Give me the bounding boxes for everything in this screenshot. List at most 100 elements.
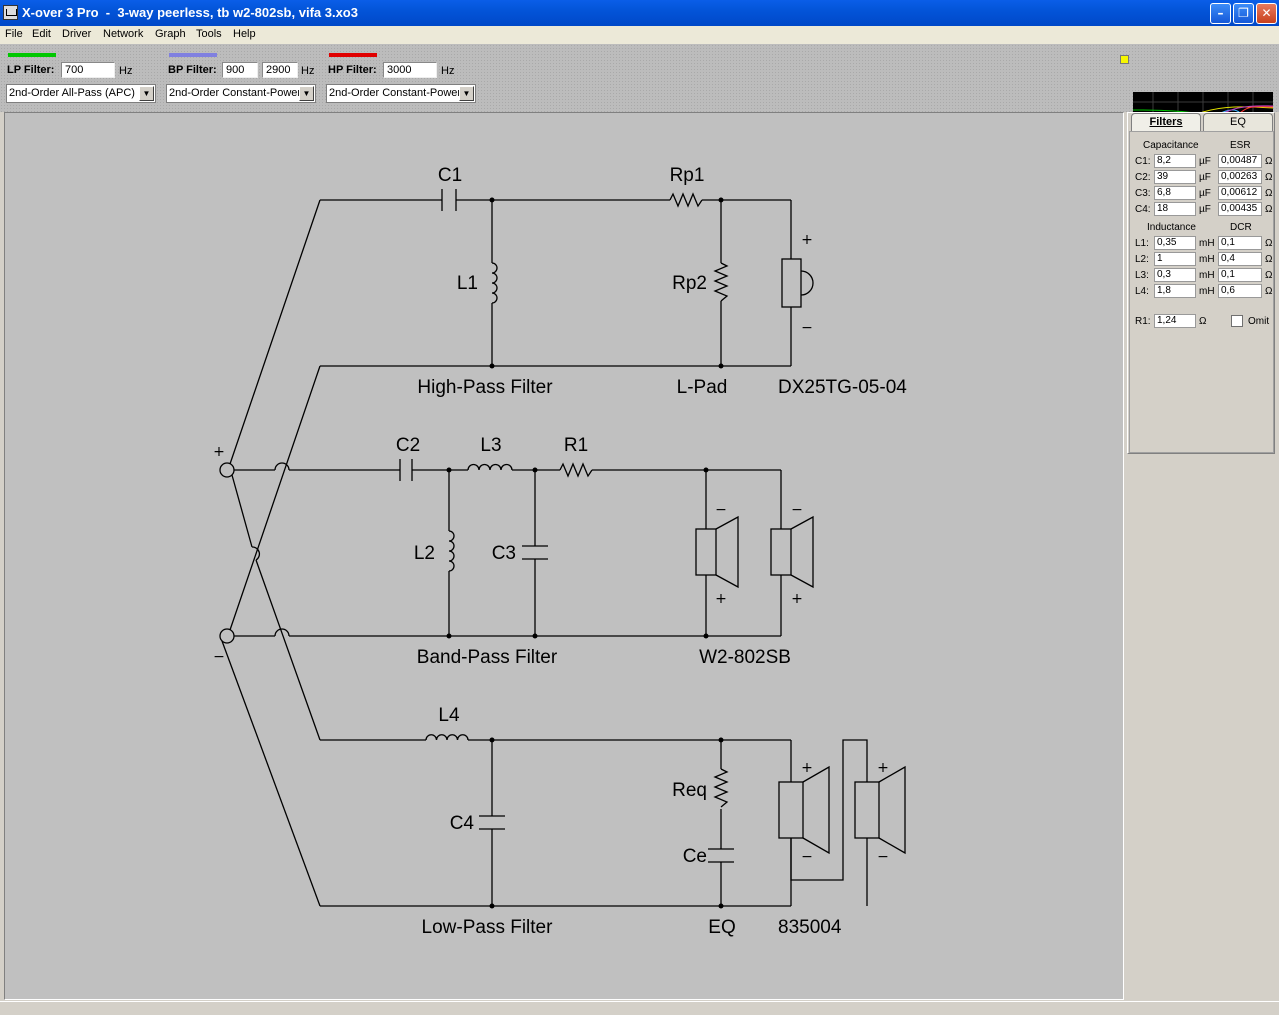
- minimize-button[interactable]: –: [1210, 3, 1231, 24]
- c2-capacitance-input[interactable]: 39: [1154, 170, 1196, 184]
- bp-high-input[interactable]: 2900: [262, 62, 298, 78]
- maximize-button[interactable]: ❐: [1233, 3, 1254, 24]
- mid1-negative: −: [715, 502, 727, 518]
- chevron-down-icon[interactable]: ▼: [299, 86, 314, 101]
- midrange-2-symbol[interactable]: [770, 515, 814, 589]
- schematic-canvas[interactable]: + − C1 Rp1 L1 Rp2 + − High-Pass Filter L…: [4, 112, 1124, 1000]
- l2-dcr-unit: Ω: [1265, 254, 1273, 265]
- l2-dcr-input[interactable]: 0,4: [1218, 252, 1262, 266]
- band-pass-filter-label: Band-Pass Filter: [417, 647, 558, 668]
- omit-checkbox[interactable]: [1231, 315, 1243, 327]
- l-pad-label: L-Pad: [677, 377, 728, 398]
- l1-label: L1:: [1135, 238, 1149, 249]
- capacitor-c4-symbol[interactable]: [479, 815, 505, 830]
- bp-low-input[interactable]: 900: [222, 62, 258, 78]
- woofer2-positive: +: [877, 760, 889, 776]
- l1-inductance-input[interactable]: 0,35: [1154, 236, 1196, 250]
- c1-unit: µF: [1199, 156, 1211, 167]
- tab-eq[interactable]: EQ: [1203, 113, 1273, 131]
- l4-dcr-input[interactable]: 0,6: [1218, 284, 1262, 298]
- mid1-positive: +: [715, 591, 727, 607]
- lp-type-select[interactable]: 2nd-Order All-Pass (APC) ▼: [6, 84, 156, 103]
- l2-label: L2:: [1135, 254, 1149, 265]
- filter-toolbar: LP Filter: 700 Hz 2nd-Order All-Pass (AP…: [0, 44, 1279, 150]
- c3-unit: µF: [1199, 188, 1211, 199]
- menu-driver[interactable]: Driver: [62, 28, 91, 40]
- l3-dcr-input[interactable]: 0,1: [1218, 268, 1262, 282]
- r1-resistance-input[interactable]: 1,24: [1154, 314, 1196, 328]
- positive-terminal[interactable]: [219, 462, 235, 478]
- woofer-2-symbol[interactable]: [854, 765, 906, 855]
- inductor-l3-symbol[interactable]: [467, 463, 513, 471]
- close-button[interactable]: ✕: [1256, 3, 1277, 24]
- omit-label: Omit: [1248, 316, 1270, 327]
- l4-inductance-input[interactable]: 1,8: [1154, 284, 1196, 298]
- label-l1: L1: [457, 273, 478, 294]
- c2-esr-input[interactable]: 0,00263: [1218, 170, 1262, 184]
- c4-capacitance-input[interactable]: 18: [1154, 202, 1196, 216]
- label-rp1: Rp1: [670, 165, 705, 186]
- woofer1-negative: −: [801, 849, 813, 865]
- lp-frequency-input[interactable]: 700: [61, 62, 115, 78]
- low-pass-wiring: [320, 739, 868, 907]
- woofer1-positive: +: [801, 760, 813, 776]
- l3-label: L3:: [1135, 270, 1149, 281]
- resistor-r1-symbol[interactable]: [559, 462, 593, 478]
- c3-esr-input[interactable]: 0,00612: [1218, 186, 1262, 200]
- hp-unit: Hz: [441, 65, 455, 77]
- l3-inductance-input[interactable]: 0,3: [1154, 268, 1196, 282]
- capacitor-ce-symbol[interactable]: [708, 848, 734, 863]
- midrange-1-symbol[interactable]: [695, 515, 739, 589]
- tweeter-positive: +: [801, 232, 813, 248]
- inductor-l2-symbol[interactable]: [448, 530, 455, 572]
- l2-inductance-input[interactable]: 1: [1154, 252, 1196, 266]
- menu-edit[interactable]: Edit: [32, 28, 51, 40]
- c1-esr-input[interactable]: 0,00487: [1218, 154, 1262, 168]
- c4-label: C4:: [1135, 204, 1151, 215]
- menu-bar: File Edit Driver Network Graph Tools Hel…: [0, 26, 1279, 44]
- c4-esr-input[interactable]: 0,00435: [1218, 202, 1262, 216]
- capacitor-c3-symbol[interactable]: [522, 545, 548, 560]
- negative-sign: −: [213, 649, 225, 665]
- c1-esr-unit: Ω: [1265, 156, 1273, 167]
- hp-color-indicator: [329, 53, 377, 57]
- resistor-rp1-symbol[interactable]: [669, 192, 703, 208]
- c1-capacitance-input[interactable]: 8,2: [1154, 154, 1196, 168]
- l1-dcr-input[interactable]: 0,1: [1218, 236, 1262, 250]
- capacitor-c2-symbol[interactable]: [399, 459, 413, 481]
- l2-unit: mH: [1199, 254, 1215, 265]
- menu-network[interactable]: Network: [103, 28, 143, 40]
- c3-capacitance-input[interactable]: 6,8: [1154, 186, 1196, 200]
- high-pass-filter-label: High-Pass Filter: [417, 377, 553, 398]
- lp-unit: Hz: [119, 65, 133, 77]
- crossover-schematic: + − C1 Rp1 L1 Rp2 + − High-Pass Filter L…: [213, 165, 907, 938]
- menu-tools[interactable]: Tools: [196, 28, 222, 40]
- lp-color-indicator: [8, 53, 56, 57]
- menu-file[interactable]: File: [5, 28, 23, 40]
- hp-type-select[interactable]: 2nd-Order Constant-Power ▼: [326, 84, 476, 103]
- capacitance-header: Capacitance: [1143, 140, 1199, 151]
- chevron-down-icon[interactable]: ▼: [459, 86, 474, 101]
- label-c4: C4: [450, 813, 475, 834]
- tab-filters[interactable]: Filters: [1131, 113, 1201, 131]
- title-bar: X-over 3 Pro - 3-way peerless, tb w2-802…: [0, 0, 1279, 26]
- capacitor-c1-symbol[interactable]: [441, 189, 457, 211]
- bp-type-select[interactable]: 2nd-Order Constant-Power ▼: [166, 84, 316, 103]
- inductor-l4-symbol[interactable]: [425, 734, 469, 741]
- woofer-1-symbol[interactable]: [778, 765, 830, 855]
- app-icon[interactable]: [3, 5, 18, 20]
- dcr-header: DCR: [1230, 222, 1252, 233]
- woofer2-negative: −: [877, 849, 889, 865]
- resistor-req-symbol[interactable]: [713, 768, 729, 808]
- c3-esr-unit: Ω: [1265, 188, 1273, 199]
- menu-help[interactable]: Help: [233, 28, 256, 40]
- inductor-l1-symbol[interactable]: [491, 262, 498, 304]
- hp-frequency-input[interactable]: 3000: [383, 62, 437, 78]
- negative-terminal[interactable]: [219, 628, 235, 644]
- tweeter-symbol[interactable]: [781, 258, 814, 308]
- esr-header: ESR: [1230, 140, 1251, 151]
- menu-graph[interactable]: Graph: [155, 28, 186, 40]
- resistor-rp2-symbol[interactable]: [713, 262, 729, 302]
- chevron-down-icon[interactable]: ▼: [139, 86, 154, 101]
- hp-filter-label: HP Filter:: [328, 64, 377, 76]
